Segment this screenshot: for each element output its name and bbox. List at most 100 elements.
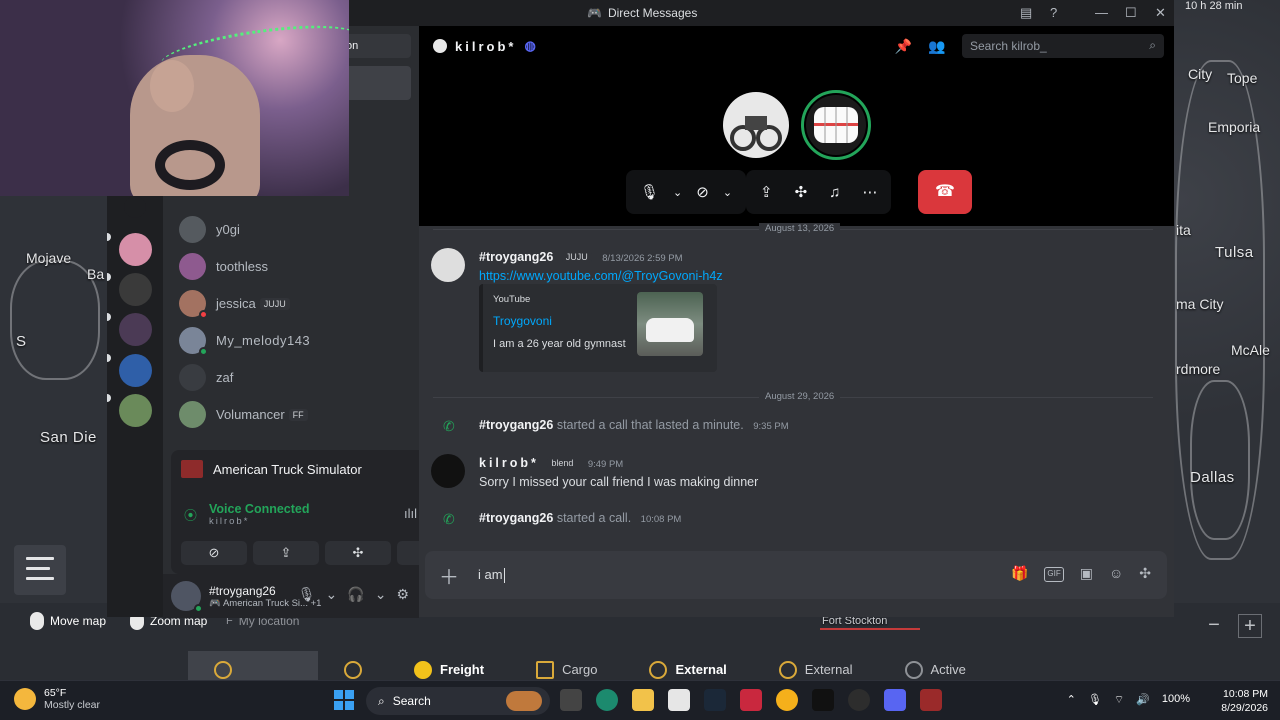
embed-title[interactable]: Troygovoni — [493, 314, 552, 328]
unread-pip — [107, 394, 111, 402]
server-icon[interactable] — [119, 233, 152, 266]
apps-icon[interactable]: ✣ — [1139, 565, 1151, 582]
store-icon[interactable] — [668, 689, 690, 711]
composer-tools: 🎁 GIF ▣ ☺ ✣ — [1011, 565, 1151, 582]
inbox-icon[interactable]: ▤ — [1020, 5, 1032, 21]
taskbar-search[interactable]: ⌕ Search — [366, 687, 550, 715]
dm-item-jessica[interactable]: jessica JUJU — [171, 286, 411, 320]
chrome-icon[interactable] — [776, 689, 798, 711]
dm-item-zaf[interactable]: zaf — [171, 360, 411, 394]
server-icon[interactable] — [119, 394, 152, 427]
server-icon[interactable] — [119, 354, 152, 387]
start-button[interactable] — [334, 690, 354, 710]
help-icon[interactable]: ? — [1050, 5, 1057, 20]
message-composer[interactable]: ＋ i am 🎁 GIF ▣ ☺ ✣ — [425, 551, 1167, 599]
message-author[interactable]: #troygang26 — [479, 418, 553, 432]
user-avatar[interactable] — [171, 581, 203, 613]
guild-badge: JUJU — [561, 250, 592, 263]
message-input[interactable]: i am — [478, 567, 505, 584]
mic-camera-controls: 🎙 ⌄ ⊘ ⌄ — [626, 170, 747, 214]
close-button[interactable]: ✕ — [1155, 5, 1166, 21]
chevron-down-icon[interactable]: ⌄ — [326, 586, 338, 603]
search-input[interactable]: Search kilrob_ ⌕ — [962, 34, 1164, 58]
channel-header: kilrob* ◍ — [433, 38, 536, 54]
app-icon[interactable] — [740, 689, 762, 711]
dm-item-y0gi[interactable]: y0gi — [171, 212, 411, 246]
timestamp: 8/13/2026 2:59 PM — [602, 253, 683, 264]
motorcycle-avatar-art — [730, 116, 782, 151]
timestamp: 9:35 PM — [753, 421, 789, 432]
screenshare-icon[interactable]: ⇪ — [760, 183, 773, 201]
microphone-icon[interactable]: 🎙 — [298, 586, 316, 603]
maximize-button[interactable]: ☐ — [1125, 5, 1137, 21]
microphone-icon[interactable]: 🎙 — [640, 183, 659, 201]
server-icon[interactable] — [119, 313, 152, 346]
chevron-down-icon[interactable]: ⌄ — [375, 586, 387, 603]
weather-widget[interactable]: 65°F Mostly clear — [14, 687, 100, 711]
microphone-icon[interactable]: 🎙 — [1088, 693, 1102, 707]
server-icon[interactable] — [119, 273, 152, 306]
message-author[interactable]: kilrob* — [479, 456, 539, 470]
chevron-down-icon[interactable]: ⌄ — [673, 186, 682, 199]
file-explorer-icon[interactable] — [632, 689, 654, 711]
unread-pip — [107, 233, 111, 241]
chevron-up-icon[interactable]: ⌃ — [1067, 693, 1076, 707]
headphones-icon[interactable]: 🎧 — [347, 586, 364, 603]
attach-plus-button[interactable]: ＋ — [439, 561, 459, 590]
zoom-out-button[interactable]: − — [1202, 614, 1226, 638]
activities-button[interactable]: ✣ — [325, 541, 391, 565]
emoji-icon[interactable]: ☺ — [1109, 565, 1123, 582]
dm-item-toothless[interactable]: toothless — [171, 249, 411, 283]
chevron-down-icon[interactable]: ⌄ — [723, 186, 732, 199]
camera-off-icon[interactable]: ⊘ — [696, 183, 709, 201]
channel-name: kilrob* — [455, 38, 517, 54]
gear-icon[interactable]: ⚙ — [396, 586, 409, 603]
discord-icon[interactable] — [884, 689, 906, 711]
edge-icon[interactable] — [596, 689, 618, 711]
avatar[interactable] — [431, 454, 465, 488]
screenshare-button[interactable]: ⇪ — [253, 541, 319, 565]
task-view-icon[interactable] — [560, 689, 582, 711]
message-author[interactable]: #troygang26 — [479, 250, 553, 264]
obs-icon[interactable] — [848, 689, 870, 711]
volume-icon[interactable]: 🔊 — [1136, 693, 1150, 707]
embed-thumbnail[interactable] — [637, 292, 703, 356]
dm-item-volumancer[interactable]: Volumancer FF — [171, 397, 411, 431]
add-friend-icon[interactable]: 👥 — [928, 38, 945, 55]
zoom-in-button[interactable]: + — [1238, 614, 1262, 638]
moon-weather-icon — [14, 688, 36, 710]
sticker-icon[interactable]: ▣ — [1080, 565, 1093, 582]
gif-icon[interactable]: GIF — [1044, 567, 1064, 582]
text-caret — [503, 568, 505, 584]
search-placeholder: Search kilrob_ — [970, 39, 1047, 53]
call-participant-avatar-speaking[interactable] — [801, 90, 871, 160]
voice-status[interactable]: ⦿ Voice Connected kilrob* — [184, 502, 310, 527]
server-icon[interactable] — [124, 196, 146, 218]
search-icon: ⌕ — [378, 694, 385, 708]
clock[interactable]: 10:08 PM 8/29/2026 — [1221, 687, 1268, 715]
message-link[interactable]: https://www.youtube.com/@TroyGovoni-h4z — [479, 269, 723, 283]
call-participant-avatar[interactable] — [723, 92, 789, 158]
system-text: started a call that lasted a minute. — [556, 418, 744, 432]
taskbar-search-label: Search — [392, 694, 431, 708]
battery-percent[interactable]: 100% — [1162, 693, 1190, 707]
app-icon[interactable] — [812, 689, 834, 711]
message-author[interactable]: #troygang26 — [479, 511, 553, 525]
wifi-icon[interactable]: ⌔ — [1114, 693, 1124, 707]
activities-icon[interactable]: ✣ — [795, 183, 808, 201]
camera-button[interactable]: ⊘ — [181, 541, 247, 565]
minimize-button[interactable]: — — [1095, 5, 1108, 20]
gift-icon[interactable]: 🎁 — [1011, 565, 1028, 582]
soundboard-icon[interactable]: ♫ — [829, 184, 840, 201]
more-icon[interactable]: ⋯ — [862, 183, 877, 201]
avatar[interactable] — [431, 248, 465, 282]
noise-suppression-icon[interactable]: ılıl — [404, 506, 417, 521]
search-highlight-icon — [506, 691, 542, 711]
leave-call-button[interactable]: ☎ — [918, 170, 972, 214]
truck-game-icon[interactable] — [920, 689, 942, 711]
dm-item-my-melody[interactable]: My_melody143 — [171, 323, 411, 357]
pin-icon[interactable]: 📌 — [895, 38, 912, 55]
map-menu-button[interactable] — [14, 545, 66, 595]
steam-icon[interactable] — [704, 689, 726, 711]
move-map-button[interactable]: Move map — [30, 606, 106, 636]
